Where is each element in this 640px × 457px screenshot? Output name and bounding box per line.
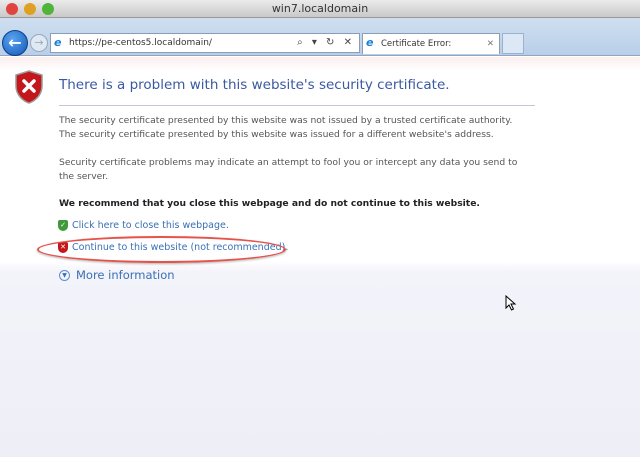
annotation-highlight-ellipse [37, 236, 286, 263]
browser-toolbar: ← → e https://pe-centos5.localdomain/ ⌕ … [0, 18, 640, 69]
back-button[interactable]: ← [2, 30, 28, 56]
divider [59, 105, 535, 106]
ie-icon: e [366, 36, 374, 49]
tab-certificate-error[interactable]: e Certificate Error: Navigatio... ✕ [362, 33, 500, 69]
mouse-cursor-icon [505, 295, 517, 311]
zoom-window-button[interactable] [42, 3, 54, 15]
more-information-toggle[interactable]: ▼ More information [59, 268, 175, 282]
warning-text: Security certificate problems may indica… [59, 157, 518, 182]
close-webpage-label[interactable]: Click here to close this webpage. [72, 220, 229, 231]
forward-button[interactable]: → [30, 34, 48, 52]
more-information-label[interactable]: More information [76, 268, 175, 282]
cert-mismatch-text: The security certificate presented by th… [59, 129, 494, 140]
recommendation-text: We recommend that you close this webpage… [59, 198, 480, 209]
window-titlebar: win7.localdomain [0, 0, 640, 18]
shield-ok-icon: ✓ [58, 220, 68, 231]
address-bar[interactable]: e https://pe-centos5.localdomain/ ⌕ ▾ ↻ … [50, 33, 360, 53]
close-webpage-link[interactable]: ✓ Click here to close this webpage. [58, 220, 229, 231]
url-text: https://pe-centos5.localdomain/ [69, 38, 212, 48]
minimize-window-button[interactable] [24, 3, 36, 15]
window-title: win7.localdomain [271, 2, 369, 15]
page-content: There is a problem with this website's s… [0, 57, 640, 457]
new-tab-button[interactable] [502, 33, 524, 54]
cert-untrusted-text: The security certificate presented by th… [59, 115, 513, 126]
address-bar-buttons[interactable]: ⌕ ▾ ↻ ✕ [297, 34, 355, 52]
shield-error-icon [15, 70, 43, 104]
tab-close-icon[interactable]: ✕ [487, 34, 494, 54]
ie-icon: e [54, 36, 62, 49]
page-title: There is a problem with this website's s… [59, 77, 450, 93]
close-window-button[interactable] [6, 3, 18, 15]
expand-chevron-icon: ▼ [59, 269, 70, 281]
